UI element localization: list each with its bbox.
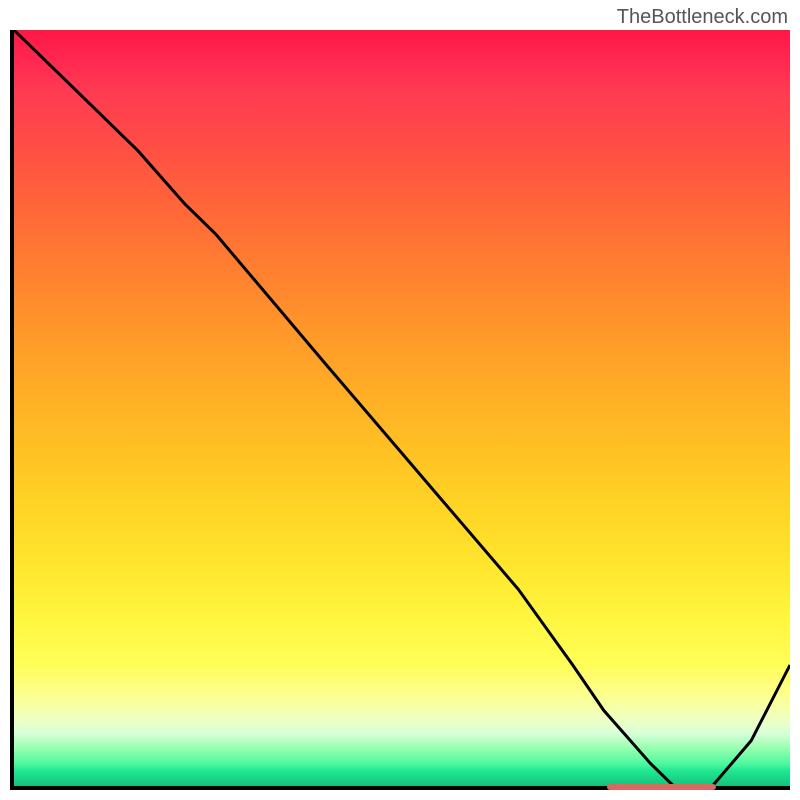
bottleneck-curve: [14, 30, 790, 786]
chart-container: [10, 30, 790, 790]
minimum-zone-marker: [607, 784, 716, 790]
watermark-text: TheBottleneck.com: [617, 6, 788, 29]
